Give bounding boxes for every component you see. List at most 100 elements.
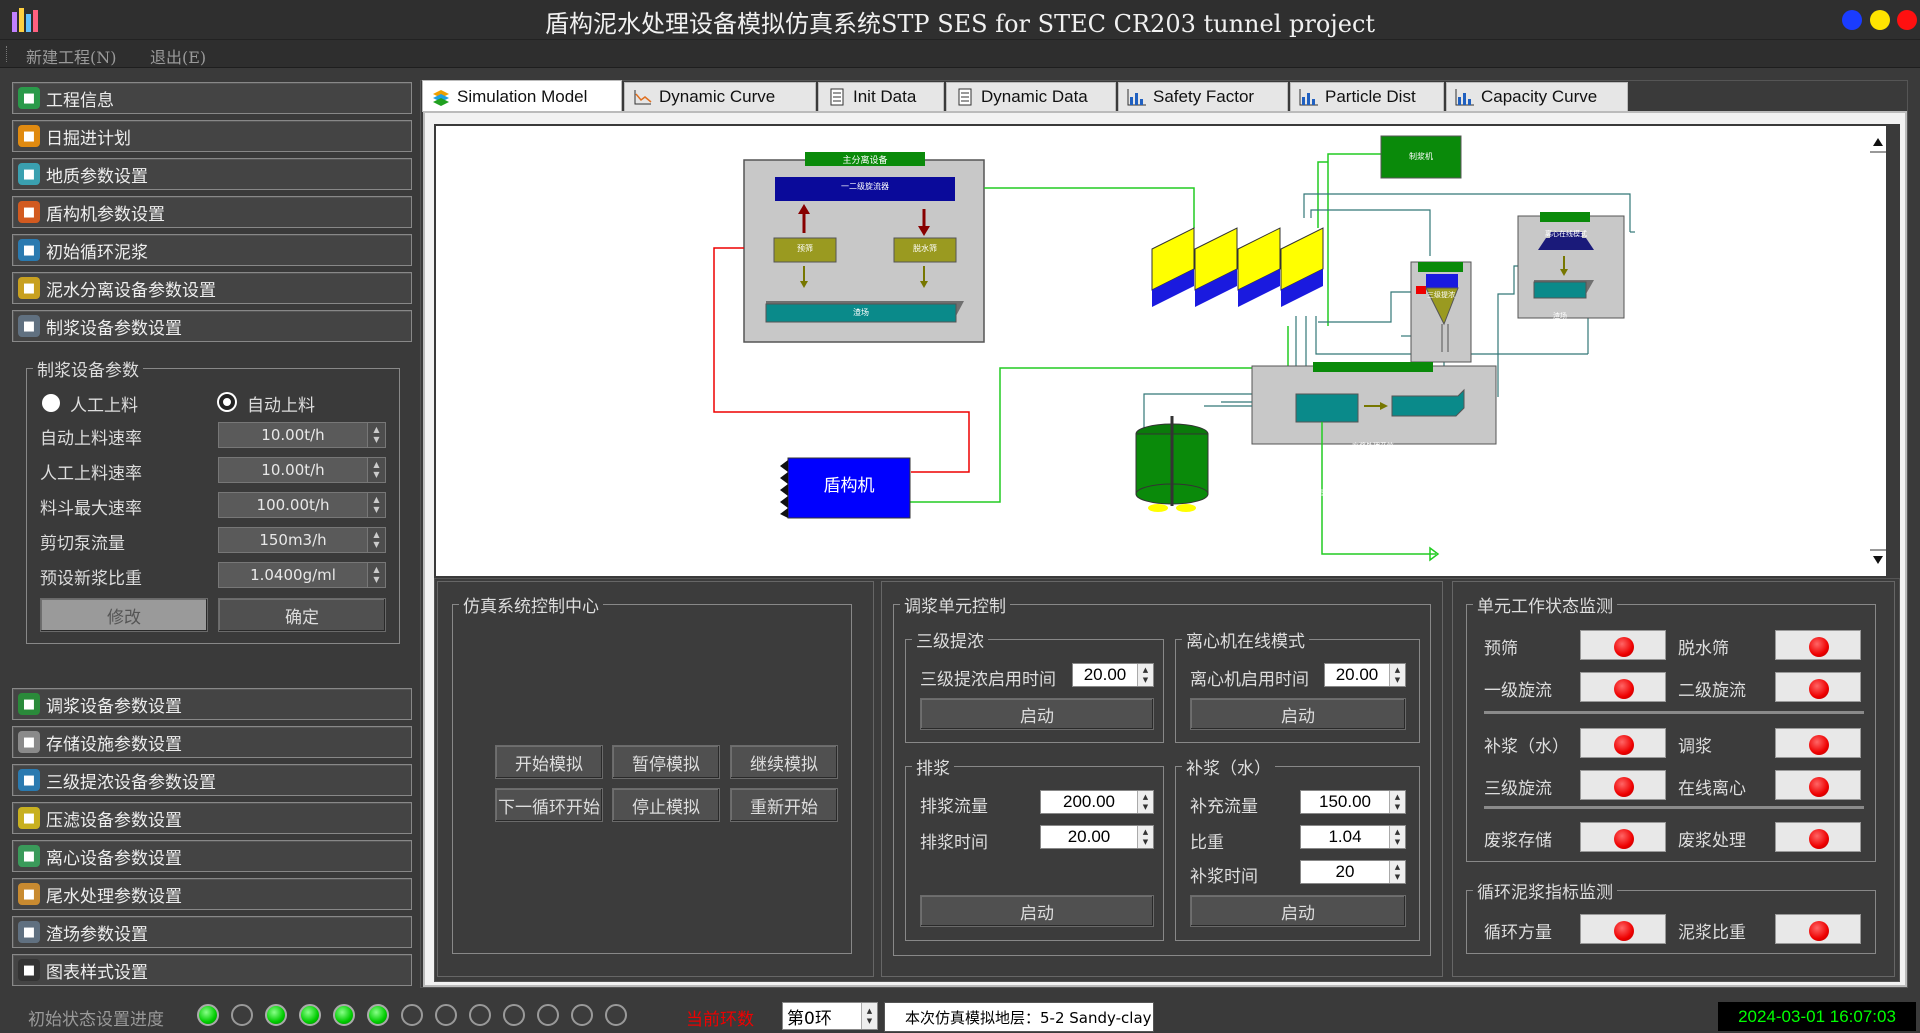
slurry-field-input[interactable]: 100.00t/h ▲ ▼ bbox=[218, 492, 386, 518]
refill-legend: 补浆（水） bbox=[1186, 759, 1271, 779]
restart-sim-button[interactable]: 重新开始 bbox=[730, 788, 838, 822]
refill-start-button[interactable]: 启动 bbox=[1190, 895, 1406, 927]
manual-feed-radio[interactable] bbox=[42, 394, 60, 412]
status-indicator bbox=[1775, 630, 1861, 660]
tab-safety-factor[interactable]: Safety Factor bbox=[1118, 82, 1288, 112]
discharge-time-input[interactable]: 20.00 ▲ ▼ bbox=[1040, 825, 1154, 849]
nav-item-ledger-6[interactable]: ■ 渣场参数设置 bbox=[12, 916, 412, 948]
monitor-item-label: 补浆（水） bbox=[1484, 737, 1569, 757]
progress-led-icon bbox=[333, 1004, 355, 1026]
slurry-field-input[interactable]: 1.0400g/ml ▲ ▼ bbox=[218, 562, 386, 588]
nav-item-storage-1[interactable]: ■ 存储设施参数设置 bbox=[12, 726, 412, 758]
monitor-item-label: 废浆处理 bbox=[1678, 831, 1746, 851]
centrifuge-time-input[interactable]: 20.00 ▲ ▼ bbox=[1324, 663, 1406, 687]
nav-item-project-info-0[interactable]: ■ 工程信息 bbox=[12, 82, 412, 114]
tank-label: 渣场 bbox=[853, 308, 869, 317]
cycle-monitor-legend: 循环泥浆指标监测 bbox=[1477, 883, 1613, 903]
slurry-field-input[interactable]: 10.00t/h ▲ ▼ bbox=[218, 422, 386, 448]
modify-button[interactable]: 修改 bbox=[40, 598, 208, 632]
nav-item-shield-badge-1[interactable]: ■ 日掘进计划 bbox=[12, 120, 412, 152]
table-icon: ■ bbox=[18, 239, 40, 261]
layers-icon: ■ bbox=[18, 163, 40, 185]
spin-arrows-icon[interactable]: ▲ ▼ bbox=[367, 563, 385, 587]
nav-item-funnel-2[interactable]: ■ 三级提浓设备参数设置 bbox=[12, 764, 412, 796]
nav-item-folder-5[interactable]: ■ 尾水处理参数设置 bbox=[12, 878, 412, 910]
spin-arrows-icon[interactable]: ▲ ▼ bbox=[1389, 861, 1405, 883]
nav-item-calculator-3[interactable]: ■ 压滤设备参数设置 bbox=[12, 802, 412, 834]
start-sim-button[interactable]: 开始模拟 bbox=[495, 745, 603, 779]
tab-label: Capacity Curve bbox=[1481, 87, 1598, 106]
tab-simulation-model[interactable]: Simulation Model bbox=[422, 80, 622, 112]
centrifuge-start-button[interactable]: 启动 bbox=[1190, 698, 1406, 730]
status-indicator bbox=[1580, 822, 1666, 852]
spin-arrows-icon[interactable]: ▲ ▼ bbox=[1389, 664, 1405, 686]
status-indicator bbox=[1580, 630, 1666, 660]
discharge-start-button[interactable]: 启动 bbox=[920, 895, 1154, 927]
ledger-icon: ■ bbox=[18, 921, 40, 943]
spin-arrows-icon[interactable]: ▲ ▼ bbox=[367, 458, 385, 482]
tab-init-data[interactable]: Init Data bbox=[818, 82, 944, 112]
tab-particle-dist[interactable]: Particle Dist bbox=[1290, 82, 1444, 112]
centrifuge-mode-label: 离心在线模式 bbox=[1545, 230, 1587, 238]
storage-icon: ■ bbox=[18, 731, 40, 753]
spin-arrows-icon[interactable]: ▲ ▼ bbox=[861, 1003, 877, 1029]
nav-item-label: 制浆设备参数设置 bbox=[46, 318, 182, 339]
slurry-params-legend: 制浆设备参数 bbox=[37, 361, 139, 381]
status-led-icon bbox=[1809, 735, 1829, 755]
nav-item-grid-0[interactable]: ■ 调浆设备参数设置 bbox=[12, 688, 412, 720]
nav-item-gear-3[interactable]: ■ 盾构机参数设置 bbox=[12, 196, 412, 228]
next-cycle-button[interactable]: 下一循环开始 bbox=[495, 788, 603, 822]
refill-flow-input[interactable]: 150.00 ▲ ▼ bbox=[1300, 790, 1406, 814]
nav-item-table-4[interactable]: ■ 初始循环泥浆 bbox=[12, 234, 412, 266]
monitor-item-label: 脱水筛 bbox=[1678, 639, 1729, 659]
menu-exit[interactable]: 退出(E) bbox=[150, 44, 206, 68]
tab-label: Particle Dist bbox=[1325, 87, 1416, 106]
minimize-button[interactable] bbox=[1842, 10, 1862, 30]
spin-arrows-icon[interactable]: ▲ ▼ bbox=[1137, 826, 1153, 848]
monitor-item-label: 在线离心 bbox=[1678, 779, 1746, 799]
nav-item-calculator-6[interactable]: ■ 制浆设备参数设置 bbox=[12, 310, 412, 342]
spin-arrows-icon[interactable]: ▲ ▼ bbox=[367, 528, 385, 552]
discharge-flow-input[interactable]: 200.00 ▲ ▼ bbox=[1040, 790, 1154, 814]
refill-density-input[interactable]: 1.04 ▲ ▼ bbox=[1300, 825, 1406, 849]
menu-new-project[interactable]: 新建工程(N) bbox=[26, 44, 117, 68]
lvl3-start-button[interactable]: 启动 bbox=[920, 698, 1154, 730]
nav-item-label: 盾构机参数设置 bbox=[46, 204, 165, 225]
spin-arrows-icon[interactable]: ▲ ▼ bbox=[1137, 791, 1153, 813]
slurry-field-input[interactable]: 150m3/h ▲ ▼ bbox=[218, 527, 386, 553]
progress-led-icon bbox=[605, 1004, 627, 1026]
tab-capacity-curve[interactable]: Capacity Curve bbox=[1446, 82, 1628, 112]
close-button[interactable] bbox=[1897, 10, 1917, 30]
spin-arrows-icon[interactable]: ▲ ▼ bbox=[367, 493, 385, 517]
confirm-button[interactable]: 确定 bbox=[218, 598, 386, 632]
centrifuge-time-label: 离心机启用时间 bbox=[1190, 670, 1309, 690]
stop-sim-button[interactable]: 停止模拟 bbox=[612, 788, 720, 822]
document-icon bbox=[827, 88, 847, 106]
status-indicator bbox=[1580, 914, 1666, 944]
ring-input[interactable]: 第0环 ▲ ▼ bbox=[782, 1002, 878, 1030]
resume-sim-button[interactable]: 继续模拟 bbox=[730, 745, 838, 779]
slurry-field-input[interactable]: 10.00t/h ▲ ▼ bbox=[218, 457, 386, 483]
refill-time-input[interactable]: 20 ▲ ▼ bbox=[1300, 860, 1406, 884]
spin-arrows-icon[interactable]: ▲ ▼ bbox=[367, 423, 385, 447]
progress-led-icon bbox=[231, 1004, 253, 1026]
nav-item-cube-7[interactable]: ■ 图表样式设置 bbox=[12, 954, 412, 986]
spin-arrows-icon[interactable]: ▲ ▼ bbox=[1389, 826, 1405, 848]
auto-feed-radio[interactable] bbox=[219, 394, 235, 410]
nav-item-stack-5[interactable]: ■ 泥水分离设备参数设置 bbox=[12, 272, 412, 304]
spin-arrows-icon[interactable]: ▲ ▼ bbox=[1389, 791, 1405, 813]
status-led-icon bbox=[1809, 921, 1829, 941]
calculator-icon: ■ bbox=[18, 807, 40, 829]
maximize-button[interactable] bbox=[1870, 10, 1890, 30]
tab-dynamic-curve[interactable]: Dynamic Curve bbox=[624, 82, 816, 112]
nav-item-layers-2[interactable]: ■ 地质参数设置 bbox=[12, 158, 412, 190]
spin-arrows-icon[interactable]: ▲ ▼ bbox=[1137, 664, 1153, 686]
nav-item-label: 渣场参数设置 bbox=[46, 924, 148, 945]
lvl3-time-input[interactable]: 20.00 ▲ ▼ bbox=[1072, 663, 1154, 687]
nav-item-document-4[interactable]: ■ 离心设备参数设置 bbox=[12, 840, 412, 872]
tab-dynamic-data[interactable]: Dynamic Data bbox=[946, 82, 1116, 112]
pause-sim-button[interactable]: 暂停模拟 bbox=[612, 745, 720, 779]
tab-label: Simulation Model bbox=[457, 86, 588, 106]
calculator-icon: ■ bbox=[18, 315, 40, 337]
project-info-icon: ■ bbox=[18, 87, 40, 109]
